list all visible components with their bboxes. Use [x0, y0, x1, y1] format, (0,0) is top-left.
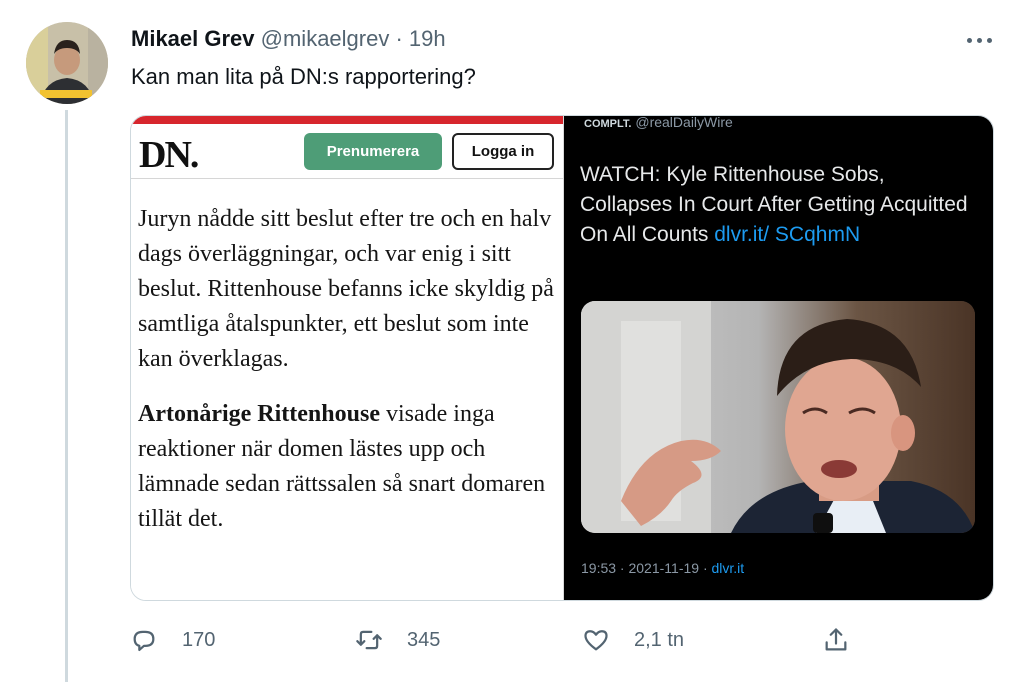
like-button[interactable]: 2,1 tn	[582, 622, 684, 658]
dn-paragraph-2: Artonårige Rittenhouse visade inga reakt…	[138, 397, 558, 537]
retweet-button[interactable]: 345	[355, 622, 440, 658]
author-name[interactable]: Mikael Grev	[131, 26, 255, 51]
avatar[interactable]	[26, 22, 108, 104]
avatar-image	[26, 22, 108, 104]
more-dot	[986, 37, 992, 43]
tweet-media[interactable]: DN. Prenumerera Logga in Juryn nådde sit…	[130, 115, 994, 601]
header-separator: ·	[395, 26, 403, 51]
more-dot	[976, 37, 982, 43]
dn-article-screenshot: DN. Prenumerera Logga in Juryn nådde sit…	[131, 116, 564, 600]
dailywire-source: dlvr.it	[711, 560, 745, 576]
dn-red-bar	[131, 116, 563, 124]
more-dot	[966, 37, 972, 43]
dn-paragraph-1: Juryn nådde sitt beslut efter tre och en…	[138, 206, 554, 372]
more-icon[interactable]	[962, 28, 996, 52]
reply-count: 170	[182, 628, 216, 651]
dn-divider	[131, 178, 563, 179]
tweet-actions: 170 345 2,1 tn	[130, 622, 1000, 658]
tweet-header: Mikael Grev @mikaelgrev · 19h	[131, 26, 446, 52]
dailywire-meta: 19:53 · 2021-11-19 · dlvr.it	[581, 560, 744, 576]
dailywire-text: WATCH: Kyle Rittenhouse Sobs, Collapses …	[580, 160, 980, 250]
reply-button[interactable]: 170	[130, 622, 215, 658]
dailywire-tweet-screenshot: COMPLT. @realDailyWire WATCH: Kyle Ritte…	[564, 116, 993, 600]
share-icon	[825, 628, 847, 651]
share-button[interactable]	[822, 622, 850, 658]
dailywire-brand: COMPLT.	[584, 118, 632, 130]
tweet-time[interactable]: 19h	[409, 26, 446, 51]
dn-paragraph-2-bold: Artonårige Rittenhouse	[138, 401, 380, 427]
heart-icon	[584, 630, 608, 651]
courtroom-photo	[581, 301, 975, 533]
like-count: 2,1 tn	[634, 628, 685, 651]
dailywire-header: COMPLT. @realDailyWire	[584, 115, 733, 130]
dn-article-body: Juryn nådde sitt beslut efter tre och en…	[138, 202, 558, 537]
login-button: Logga in	[452, 133, 554, 170]
retweet-icon	[356, 630, 382, 650]
dailywire-timestamp: 19:53 · 2021-11-19 ·	[581, 560, 712, 576]
author-handle[interactable]: @mikaelgrev	[261, 26, 390, 51]
thread-line	[65, 110, 68, 682]
dailywire-handle: @realDailyWire	[635, 115, 733, 130]
dn-logo: DN.	[139, 134, 199, 176]
retweet-count: 345	[407, 628, 441, 651]
dailywire-link: dlvr.it/ SCqhmN	[714, 223, 861, 246]
tweet-text: Kan man lita på DN:s rapportering?	[131, 64, 476, 89]
courtroom-photo-image	[581, 301, 975, 533]
reply-icon	[133, 630, 155, 652]
subscribe-button: Prenumerera	[304, 133, 442, 170]
